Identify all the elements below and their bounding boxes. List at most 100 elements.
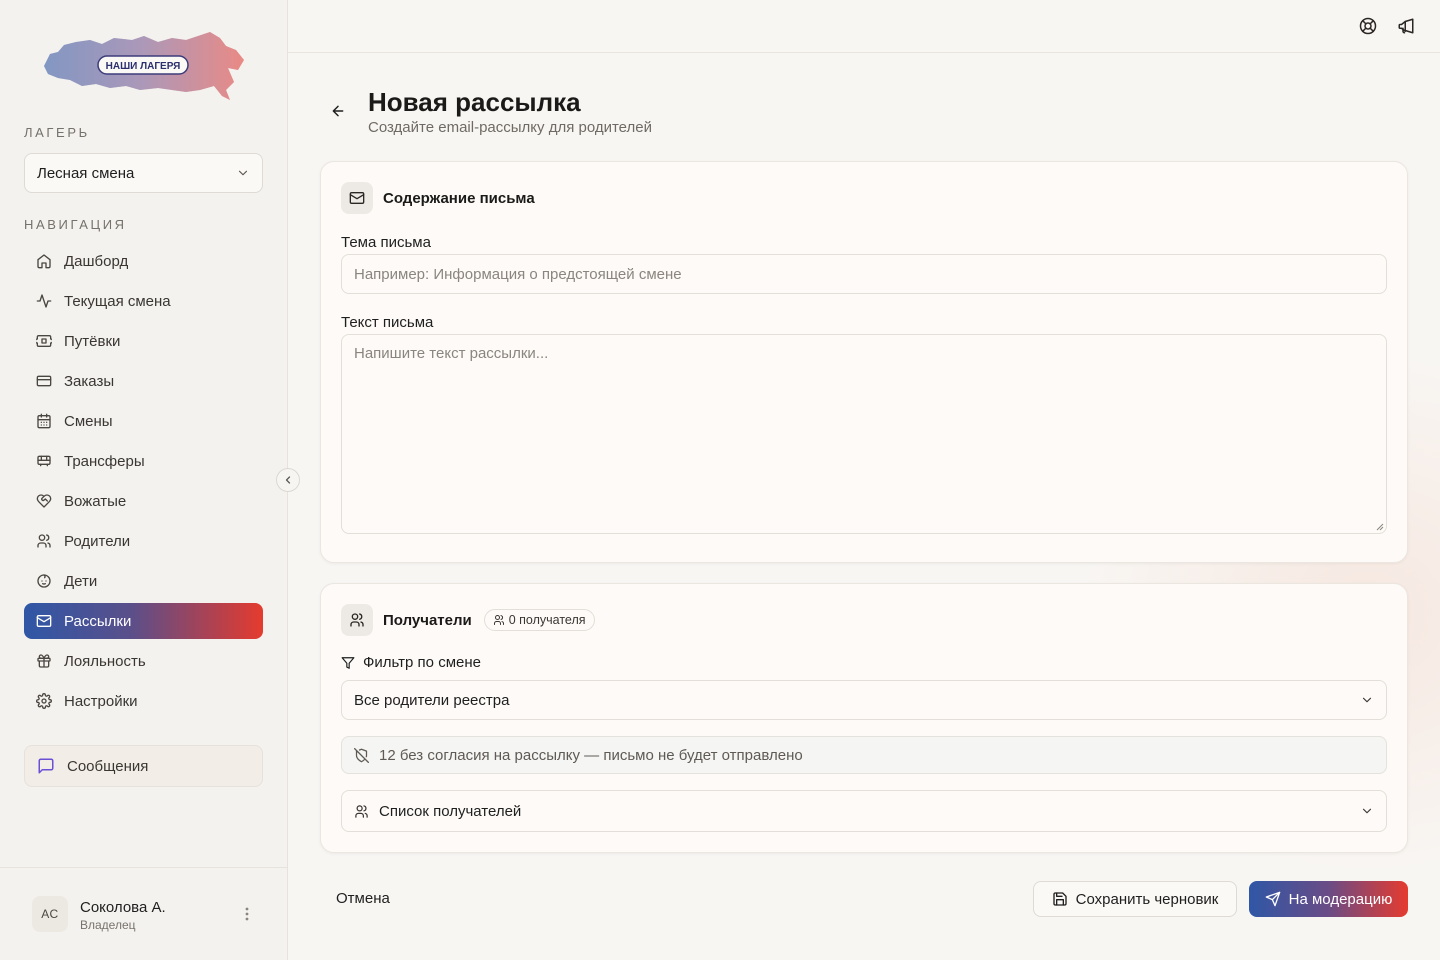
- body-placeholder: Напишите текст рассылки...: [354, 345, 549, 362]
- users-icon: [341, 604, 373, 636]
- sidebar-item-label: Трансферы: [64, 452, 145, 470]
- sidebar-item-transfers[interactable]: Трансферы: [24, 443, 263, 479]
- page-subtitle: Создайте email-рассылку для родителей: [368, 119, 652, 136]
- sidebar-item-label: Смены: [64, 412, 113, 430]
- mail-icon: [341, 182, 373, 214]
- sidebar-item-shifts[interactable]: Смены: [24, 403, 263, 439]
- sidebar-item-label: Лояльность: [64, 652, 146, 670]
- send-icon: [1265, 891, 1281, 907]
- sidebar-item-current-shift[interactable]: Текущая смена: [24, 283, 263, 319]
- chevron-down-icon: [1360, 804, 1374, 818]
- submit-moderation-label: На модерацию: [1288, 890, 1393, 908]
- recipients-count-badge: 0 получателя: [483, 609, 595, 631]
- more-vertical-icon[interactable]: [240, 906, 254, 922]
- shield-off-icon: [354, 747, 369, 763]
- sidebar-item-label: Дашборд: [64, 252, 129, 270]
- megaphone-icon[interactable]: [1397, 17, 1415, 35]
- consent-notice-text: 12 без согласия на рассылку — письмо не …: [379, 746, 803, 764]
- save-draft-label: Сохранить черновик: [1075, 890, 1219, 908]
- user-role: Владелец: [80, 918, 136, 932]
- sidebar-item-mailings[interactable]: Рассылки: [24, 603, 263, 639]
- recipients-card: Получатели 0 получателя Фильтр по смене …: [320, 583, 1408, 853]
- home-icon: [36, 253, 52, 269]
- bus-icon: [36, 453, 52, 469]
- shift-filter-select[interactable]: Все родители реестра: [341, 680, 1387, 720]
- avatar[interactable]: АС: [32, 896, 68, 932]
- shift-filter-text: Фильтр по смене: [363, 654, 481, 671]
- topbar: [288, 0, 1440, 53]
- sidebar-item-counselors[interactable]: Вожатые: [24, 483, 263, 519]
- sidebar-item-label: Вожатые: [64, 492, 127, 510]
- camp-select[interactable]: Лесная смена: [24, 153, 263, 193]
- sidebar-item-label: Путёвки: [64, 332, 121, 350]
- chevron-down-icon: [1360, 693, 1374, 707]
- lifebuoy-icon[interactable]: [1359, 17, 1377, 35]
- chevron-left-icon: [282, 474, 294, 486]
- sidebar-item-label: Родители: [64, 532, 131, 550]
- credit-card-icon: [36, 373, 52, 389]
- sidebar-item-orders[interactable]: Заказы: [24, 363, 263, 399]
- consent-notice: 12 без согласия на рассылку — письмо не …: [341, 736, 1387, 774]
- heart-handshake-icon: [36, 493, 52, 509]
- shift-filter-value: Все родители реестра: [354, 691, 510, 709]
- baby-icon: [36, 573, 52, 589]
- submit-moderation-button[interactable]: На модерацию: [1249, 881, 1408, 917]
- activity-icon: [36, 293, 52, 309]
- messages-label: Сообщения: [67, 757, 149, 775]
- sidebar-item-settings[interactable]: Настройки: [24, 683, 263, 719]
- resize-handle-icon[interactable]: [1376, 523, 1384, 531]
- recipients-count-text: 0 получателя: [508, 613, 586, 627]
- calendar-icon: [36, 413, 52, 429]
- content-card-title: Содержание письма: [383, 189, 535, 207]
- gear-icon: [36, 693, 52, 709]
- sidebar-item-label: Дети: [64, 572, 98, 590]
- subject-label: Тема письма: [341, 234, 431, 251]
- chevron-down-icon: [236, 166, 250, 180]
- arrow-left-icon[interactable]: [330, 103, 346, 119]
- camp-select-value: Лесная смена: [37, 164, 135, 182]
- save-icon: [1052, 891, 1068, 907]
- sidebar-item-label: Настройки: [64, 692, 138, 710]
- sidebar-item-children[interactable]: Дети: [24, 563, 263, 599]
- shift-filter-label: Фильтр по смене: [341, 654, 481, 671]
- recipients-list-label: Список получателей: [379, 802, 522, 820]
- message-square-icon: [37, 757, 55, 775]
- sidebar-item-dashboard[interactable]: Дашборд: [24, 243, 263, 279]
- ticket-icon: [36, 333, 52, 349]
- users-icon: [36, 533, 52, 549]
- messages-button[interactable]: Сообщения: [24, 745, 263, 787]
- mail-icon: [36, 613, 52, 629]
- nav-section-label: Навигация: [24, 217, 127, 232]
- cancel-button[interactable]: Отмена: [336, 890, 390, 907]
- content-card: Содержание письма Тема письма Например: …: [320, 161, 1408, 563]
- body-textarea[interactable]: Напишите текст рассылки...: [341, 334, 1387, 534]
- recipients-list-header: Список получателей: [354, 803, 521, 820]
- sidebar-item-vouchers[interactable]: Путёвки: [24, 323, 263, 359]
- users-icon: [493, 614, 505, 626]
- gift-icon: [36, 653, 52, 669]
- recipients-card-title: Получатели: [383, 611, 472, 629]
- user-profile: АС Соколова А. Владелец: [0, 867, 287, 960]
- sidebar-item-label: Рассылки: [64, 612, 132, 630]
- sidebar-nav: Дашборд Текущая смена Путёвки Заказы Сме…: [24, 243, 263, 723]
- recipients-list-toggle[interactable]: Список получателей: [341, 790, 1387, 832]
- page-title: Новая рассылка: [368, 87, 581, 117]
- save-draft-button[interactable]: Сохранить черновик: [1033, 881, 1237, 917]
- recipients-card-header: Получатели 0 получателя: [341, 604, 595, 636]
- users-icon: [354, 804, 369, 819]
- camp-section-label: Лагерь: [24, 125, 90, 140]
- sidebar-item-loyalty[interactable]: Лояльность: [24, 643, 263, 679]
- sidebar-item-label: Заказы: [64, 372, 115, 390]
- sidebar-item-label: Текущая смена: [64, 292, 171, 310]
- sidebar: НАШИ ЛАГЕРЯ Лагерь Лесная смена Навигаци…: [0, 0, 288, 960]
- filter-icon: [341, 656, 355, 670]
- user-name: Соколова А.: [80, 899, 166, 916]
- body-label: Текст письма: [341, 314, 434, 331]
- subject-input[interactable]: Например: Информация о предстоящей смене: [341, 254, 1387, 294]
- content-card-header: Содержание письма: [341, 182, 535, 214]
- logo[interactable]: НАШИ ЛАГЕРЯ: [40, 30, 246, 104]
- sidebar-item-parents[interactable]: Родители: [24, 523, 263, 559]
- logo-text: НАШИ ЛАГЕРЯ: [106, 61, 181, 72]
- sidebar-collapse-button[interactable]: [276, 468, 300, 492]
- main-content: Новая рассылка Создайте email-рассылку д…: [288, 53, 1440, 960]
